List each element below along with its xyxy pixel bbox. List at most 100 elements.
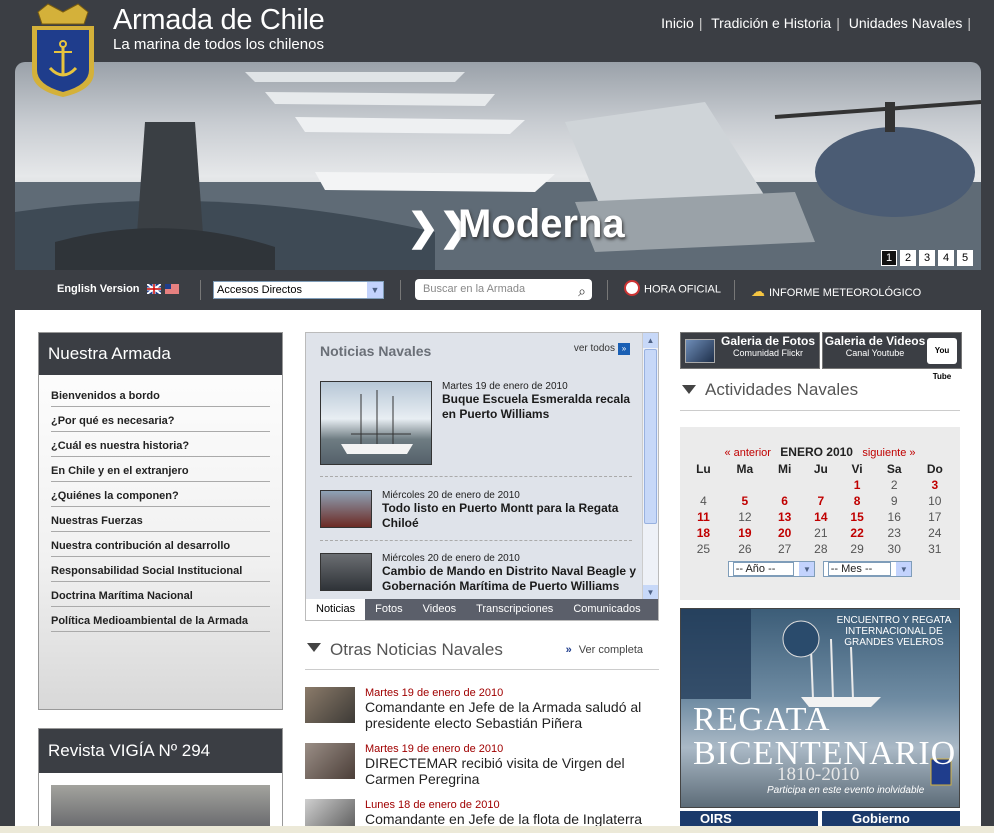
calendar-day[interactable]: 6 bbox=[767, 493, 802, 509]
calendar-day[interactable]: 20 bbox=[767, 525, 802, 541]
otras-headline[interactable]: Comandante en Jefe de la flota de Inglat… bbox=[365, 811, 659, 827]
galeria-fotos-sub: Comunidad Flickr bbox=[732, 348, 804, 358]
menu-item[interactable]: Política Medioambiental de la Armada bbox=[51, 601, 270, 632]
ver-completa-link[interactable]: » Ver completa bbox=[566, 644, 643, 656]
scroll-up-icon[interactable]: ▲ bbox=[643, 333, 658, 348]
calendar-next-link[interactable]: siguiente » bbox=[862, 447, 915, 459]
site-subtitle: La marina de todos los chilenos bbox=[113, 36, 324, 53]
news-headline[interactable]: Buque Escuela Esmeralda recala en Puerto… bbox=[442, 392, 638, 422]
news-headline[interactable]: Cambio de Mando en Distrito Naval Beagle… bbox=[382, 564, 642, 594]
banner-page-2[interactable]: 2 bbox=[900, 250, 916, 266]
nav-inicio[interactable]: Inicio bbox=[661, 15, 694, 31]
news-date: Martes 19 de enero de 2010 bbox=[442, 381, 568, 392]
banner-page-3[interactable]: 3 bbox=[919, 250, 935, 266]
calendar-day[interactable]: 3 bbox=[914, 477, 956, 493]
chevron-down-icon[interactable]: ▼ bbox=[896, 562, 912, 576]
calendar-day: 12 bbox=[738, 510, 752, 524]
status-bar bbox=[0, 826, 994, 833]
otras-date: Martes 19 de enero de 2010 bbox=[365, 687, 504, 699]
scroll-down-icon[interactable]: ▼ bbox=[643, 585, 658, 600]
calendar-day[interactable]: 8 bbox=[839, 493, 874, 509]
calendar-day[interactable]: 15 bbox=[839, 509, 874, 525]
tab-noticias[interactable]: Noticias bbox=[306, 599, 366, 620]
news-date: Miércoles 20 de enero de 2010 bbox=[382, 490, 520, 501]
news-headline[interactable]: Todo listo en Puerto Montt para la Regat… bbox=[382, 501, 642, 531]
armada-logo[interactable] bbox=[24, 2, 102, 98]
tab-videos[interactable]: Videos bbox=[413, 599, 466, 620]
calendar-day: 4 bbox=[700, 494, 707, 508]
otras-thumbnail[interactable] bbox=[305, 687, 355, 723]
calendar-day: 2 bbox=[890, 478, 898, 492]
calendar-week: 11 12 13 14 15 16 17 bbox=[684, 509, 956, 525]
nav-unidades-navales[interactable]: Unidades Navales bbox=[849, 15, 963, 31]
news-tabs: Noticias Fotos Videos Transcripciones Co… bbox=[306, 599, 658, 620]
calendar-day: 29 bbox=[850, 542, 864, 556]
accesos-directos-select[interactable]: Accesos Directos ▼ bbox=[213, 281, 384, 299]
search-input[interactable]: Buscar en la Armada ⌕ bbox=[415, 279, 592, 300]
revista-vigia-title: Revista VIGÍA Nº 294 bbox=[39, 729, 282, 773]
accesos-directos-value: Accesos Directos bbox=[217, 284, 302, 296]
search-icon[interactable]: ⌕ bbox=[578, 281, 586, 302]
banner-page-1[interactable]: 1 bbox=[881, 250, 897, 266]
calendar-day: 27 bbox=[777, 542, 792, 556]
calendar-day[interactable]: 19 bbox=[723, 525, 767, 541]
tab-transcripciones[interactable]: Transcripciones bbox=[466, 599, 563, 620]
ver-todos-link[interactable]: ver todos» bbox=[574, 343, 630, 355]
noticias-navales-panel: Noticias Navales ver todos» Martes 19 de… bbox=[305, 332, 659, 621]
calendar-day: 25 bbox=[696, 542, 711, 556]
otras-thumbnail[interactable] bbox=[305, 743, 355, 779]
calendar-day-header: Do bbox=[926, 462, 943, 476]
calendar-day[interactable]: 18 bbox=[684, 525, 723, 541]
otras-item[interactable]: Martes 19 de enero de 2010 DIRECTEMAR re… bbox=[305, 743, 659, 799]
calendar-day: 31 bbox=[928, 542, 942, 556]
news-scrollbar[interactable]: ▲ ▼ bbox=[642, 333, 658, 600]
nuestra-armada-title: Nuestra Armada bbox=[39, 333, 282, 375]
otras-item[interactable]: Martes 19 de enero de 2010 Comandante en… bbox=[305, 687, 659, 743]
calendar-day[interactable]: 5 bbox=[723, 493, 767, 509]
nav-tradicion-historia[interactable]: Tradición e Historia bbox=[711, 15, 831, 31]
hero-banner[interactable]: ❯❯ Moderna 1 2 3 4 5 bbox=[15, 62, 981, 270]
revista-vigia-box[interactable]: Revista VIGÍA Nº 294 bbox=[38, 728, 283, 833]
calendar-day[interactable]: 7 bbox=[802, 493, 839, 509]
regata-bicentenario-banner[interactable]: ENCUENTRO Y REGATA INTERNACIONAL DE GRAN… bbox=[680, 608, 960, 808]
calendar-prev-link[interactable]: « anterior bbox=[724, 447, 770, 459]
otras-headline[interactable]: DIRECTEMAR recibió visita de Virgen del … bbox=[365, 755, 659, 787]
month-select[interactable]: -- Mes -- ▼ bbox=[822, 561, 913, 577]
banner-page-4[interactable]: 4 bbox=[938, 250, 954, 266]
toolbar-divider bbox=[734, 280, 735, 300]
calendar-day[interactable]: 11 bbox=[684, 509, 723, 525]
banner-page-5[interactable]: 5 bbox=[957, 250, 973, 266]
news-thumbnail[interactable] bbox=[320, 490, 372, 528]
otras-date: Martes 19 de enero de 2010 bbox=[365, 743, 504, 755]
english-version-link[interactable]: English Version bbox=[57, 283, 179, 295]
informe-meteorologico-link[interactable]: ☁ INFORME METEOROLÓGICO bbox=[751, 283, 921, 300]
calendar: « anterior ENERO 2010 siguiente » Lu Ma Mi… bbox=[680, 427, 960, 600]
calendar-day[interactable]: 13 bbox=[767, 509, 802, 525]
calendar-day-header: Vi bbox=[851, 462, 863, 476]
chevron-down-icon[interactable]: ▼ bbox=[367, 282, 383, 298]
toolbar-divider bbox=[400, 280, 401, 300]
calendar-day: 30 bbox=[887, 542, 901, 556]
month-select-value: -- Mes -- bbox=[827, 562, 892, 576]
year-select[interactable]: -- Año -- ▼ bbox=[727, 561, 816, 577]
calendar-day[interactable]: 1 bbox=[839, 477, 874, 493]
calendar-day[interactable]: 14 bbox=[802, 509, 839, 525]
calendar-day[interactable]: 22 bbox=[839, 525, 874, 541]
tab-fotos[interactable]: Fotos bbox=[365, 599, 413, 620]
calendar-day: 21 bbox=[814, 526, 828, 540]
galeria-videos-button[interactable]: Galeria de Videos Canal Youtube You Tube bbox=[822, 332, 962, 381]
hora-oficial-link[interactable]: HORA OFICIAL bbox=[624, 280, 721, 296]
otras-headline[interactable]: Comandante en Jefe de la Armada saludó a… bbox=[365, 699, 659, 731]
calendar-day: 16 bbox=[887, 510, 901, 524]
otras-noticias-section: Otras Noticias Navales » Ver completa Mar… bbox=[305, 640, 659, 833]
calendar-day-header: Mi bbox=[777, 462, 792, 476]
scroll-thumb[interactable] bbox=[644, 349, 657, 524]
chevron-down-icon[interactable]: ▼ bbox=[799, 562, 815, 576]
year-select-value: -- Año -- bbox=[732, 562, 795, 576]
news-thumbnail[interactable] bbox=[320, 553, 372, 591]
site-title[interactable]: Armada de Chile bbox=[113, 4, 325, 37]
regata-top-text: ENCUENTRO Y REGATA INTERNACIONAL DE GRAN… bbox=[836, 615, 952, 648]
galeria-fotos-button[interactable]: Galeria de Fotos Comunidad Flickr bbox=[680, 332, 820, 369]
news-thumbnail[interactable] bbox=[320, 381, 432, 465]
tab-comunicados[interactable]: Comunicados bbox=[563, 599, 650, 620]
